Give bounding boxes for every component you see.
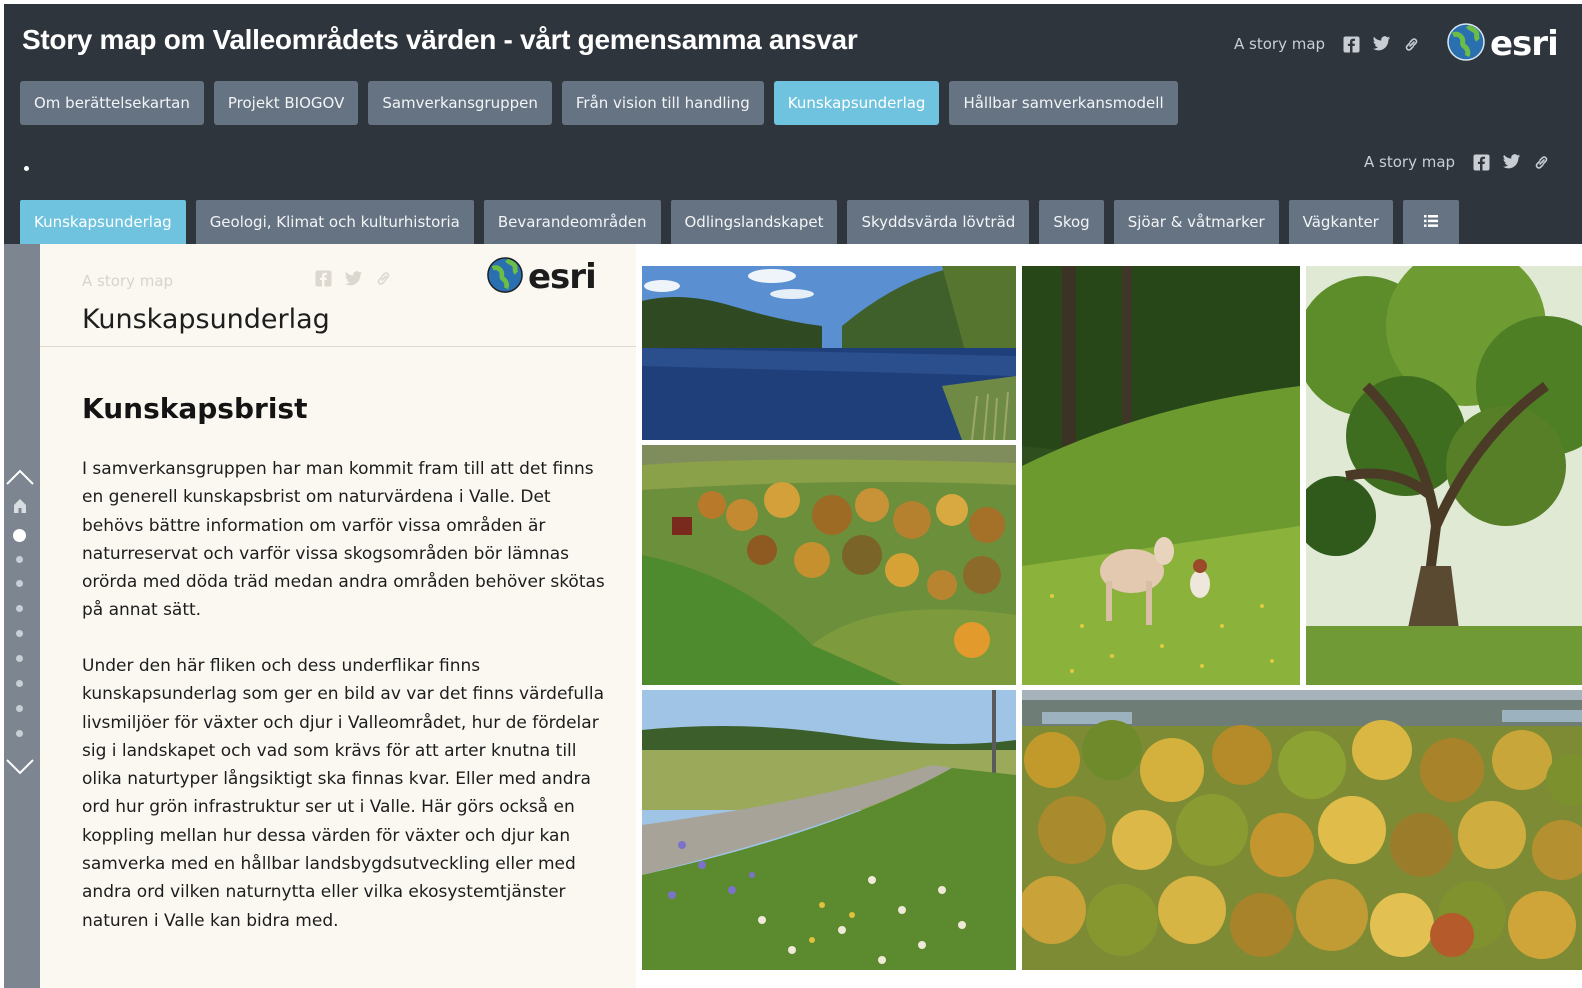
grazing-cows-photo xyxy=(1022,266,1300,685)
subtab-geologi-klimat-kulturhistoria[interactable]: Geologi, Klimat och kulturhistoria xyxy=(195,200,474,244)
old-oak-photo xyxy=(1306,266,1582,685)
story-map-label: A story map xyxy=(1234,35,1326,53)
more-tabs-button[interactable] xyxy=(1402,200,1459,244)
esri-wordmark: esri xyxy=(1490,24,1559,64)
tab-hallbar-samverkansmodell[interactable]: Hållbar samverkansmodell xyxy=(949,81,1178,125)
section-heading: Kunskapsbrist xyxy=(82,392,308,425)
link-icon[interactable] xyxy=(375,270,392,291)
photo-collage xyxy=(636,244,1582,988)
esri-globe-icon xyxy=(486,256,524,298)
facebook-icon[interactable] xyxy=(1343,36,1360,53)
main-tab-bar: Om berättelsekartan Projekt BIOGOV Samve… xyxy=(20,81,1178,125)
story-title: Story map om Valleområdets värden - vårt… xyxy=(22,24,858,55)
panel-paragraph: I samverkansgruppen har man kommit fram … xyxy=(82,459,605,621)
nav-dot[interactable] xyxy=(16,730,23,737)
collage-footer-strip xyxy=(636,970,1582,988)
subtab-vagkanter[interactable]: Vägkanter xyxy=(1288,200,1393,244)
twitter-icon[interactable] xyxy=(1502,154,1521,170)
panel-paragraph: Under den här fliken och dess underflika… xyxy=(82,656,605,931)
nav-dot[interactable] xyxy=(16,705,23,712)
nav-dot-current[interactable] xyxy=(13,529,26,542)
tab-projekt-biogov[interactable]: Projekt BIOGOV xyxy=(213,81,359,125)
chevron-up-icon[interactable] xyxy=(5,468,35,486)
side-panel: A story map esri Kunskapsunderlag Kunska xyxy=(40,244,636,988)
facebook-icon[interactable] xyxy=(315,270,332,291)
nav-dot[interactable] xyxy=(16,605,23,612)
sub-tab-bar: Kunskapsunderlag Geologi, Klimat och kul… xyxy=(20,200,1459,244)
esri-logo[interactable]: esri xyxy=(486,256,597,298)
panel-share-bar: A story map xyxy=(82,270,392,291)
tab-fran-vision-till-handling[interactable]: Från vision till handling xyxy=(561,81,764,125)
lake-photo xyxy=(642,266,1016,440)
story-map-window: Story map om Valleområdets värden - vårt… xyxy=(0,0,1582,988)
nav-dot[interactable] xyxy=(16,655,23,662)
subtab-sjoar-vatmarker[interactable]: Sjöar & våtmarker xyxy=(1113,200,1279,244)
facebook-icon[interactable] xyxy=(1473,154,1490,171)
story-map-label: A story map xyxy=(1364,153,1456,171)
nav-dot[interactable] xyxy=(16,556,23,563)
story-map-label: A story map xyxy=(82,271,174,290)
twitter-icon[interactable] xyxy=(344,270,363,291)
tab-kunskapsunderlag[interactable]: Kunskapsunderlag xyxy=(773,81,940,125)
esri-globe-icon xyxy=(1446,22,1486,66)
chevron-down-icon[interactable] xyxy=(5,758,35,776)
tab-om-berattelsekartan[interactable]: Om berättelsekartan xyxy=(20,81,204,125)
esri-wordmark: esri xyxy=(528,257,597,297)
twitter-icon[interactable] xyxy=(1372,36,1391,52)
aerial-autumn-photo xyxy=(642,445,1016,685)
sub-share-bar: A story map xyxy=(1364,153,1550,171)
nav-dot[interactable] xyxy=(16,580,23,587)
subtab-skog[interactable]: Skog xyxy=(1039,200,1104,244)
esri-logo[interactable]: esri xyxy=(1446,22,1559,66)
roadside-meadow-photo xyxy=(642,690,1016,970)
section-navigator xyxy=(4,244,40,988)
link-icon[interactable] xyxy=(1533,154,1550,171)
tab-samverkansgruppen[interactable]: Samverkansgruppen xyxy=(368,81,552,125)
panel-title: Kunskapsunderlag xyxy=(82,304,330,335)
hamburger-menu-icon xyxy=(1423,213,1438,231)
autumn-forest-photo xyxy=(1022,690,1582,970)
home-icon[interactable] xyxy=(13,498,27,514)
panel-header: A story map esri Kunskapsunderlag xyxy=(40,244,636,347)
nav-dot[interactable] xyxy=(16,630,23,637)
subtab-skyddsvarda-lovtrad[interactable]: Skyddsvärda lövträd xyxy=(847,200,1030,244)
subtab-kunskapsunderlag[interactable]: Kunskapsunderlag xyxy=(20,200,186,244)
link-icon[interactable] xyxy=(1403,36,1420,53)
subtab-bevarandeomraden[interactable]: Bevarandeområden xyxy=(483,200,661,244)
header-share-bar: A story map xyxy=(1234,35,1420,53)
empty-subtitle-marker xyxy=(24,166,29,171)
nav-dot[interactable] xyxy=(16,680,23,687)
subtab-odlingslandskapet[interactable]: Odlingslandskapet xyxy=(670,200,838,244)
